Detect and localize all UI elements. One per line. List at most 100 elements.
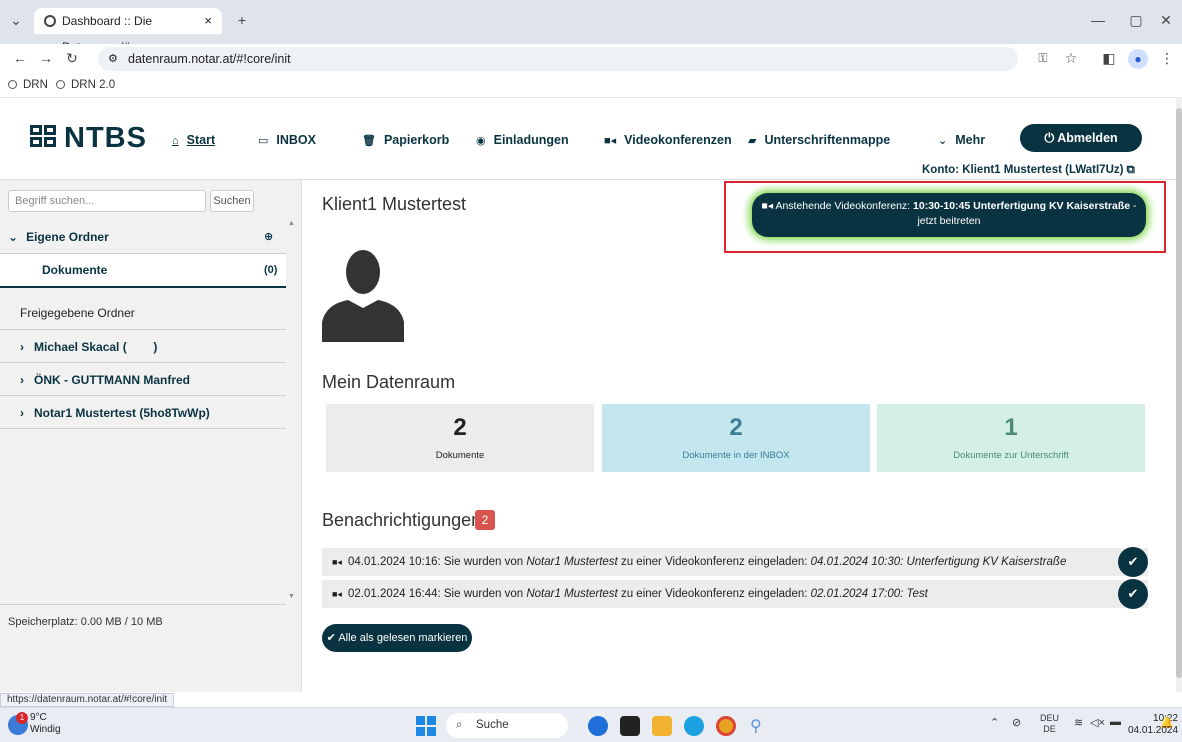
mark-read-check-button[interactable]: ✔ [1118,579,1148,609]
nav-start[interactable]: ⌂ Start [172,133,215,147]
stat-value: 2 [453,414,467,441]
reload-icon[interactable]: ↻ [64,50,80,67]
edge-browser-icon[interactable] [684,716,704,736]
minimize-button[interactable]: — [1090,12,1106,28]
media-app-icon[interactable] [620,716,640,736]
globe-icon: ◉ [476,135,486,147]
address-bar[interactable]: ⚙ datenraum.notar.at/#!core/init [98,47,1018,71]
mark-read-check-button[interactable]: ✔ [1118,547,1148,577]
nav-label: Unterschriftenmappe [764,133,891,147]
back-arrow-icon[interactable]: ← [12,50,28,66]
check-icon: ✔ [326,632,339,644]
weather-alert-badge: 1 [16,712,28,724]
mark-all-read-button[interactable]: ✔ Alle als gelesen markieren [322,624,472,652]
browser-toolbar: ← → ↻ ⚙ datenraum.notar.at/#!core/init ⚿… [0,44,1182,74]
keyboard-layout: DE [1043,724,1056,734]
sidepanel-icon[interactable]: ◧ [1100,50,1118,67]
bookmark-drn[interactable]: DRN [8,79,48,91]
nav-einladungen[interactable]: ◉ Einladungen [476,133,569,147]
bookmark-drn2[interactable]: DRN 2.0 [56,79,115,91]
own-folders-toggle[interactable]: ⌄ Eigene Ordner ⊕ [0,230,286,244]
shared-folder-item[interactable]: › Notar1 Mustertest (5ho8TwWp) [0,406,286,420]
sidebar: Begriff suchen... Suchen ⌄ Eigene Ordner … [0,180,302,692]
forward-arrow-icon[interactable]: → [38,50,54,66]
bookmark-star-icon[interactable]: ☆ [1062,50,1080,67]
logout-button[interactable]: ⏻ Abmelden [1020,124,1142,152]
notification-row: ■◂ 04.01.2024 10:16: Sie wurden von Notar… [322,548,1148,576]
check-icon: ✔ [1127,586,1139,601]
windows-start-icon[interactable] [416,716,436,736]
notifications-count-badge: 2 [475,510,495,530]
search-button[interactable]: Suchen [210,190,254,212]
nav-papierkorb[interactable]: 🗑 Papierkorb [362,133,449,147]
profile-avatar-icon[interactable]: ● [1128,49,1148,69]
video-icon: ■◂ [332,557,342,567]
network-app-icon[interactable]: ⚲ [750,716,770,736]
taskbar-search[interactable]: ⌕ Suche [446,713,568,738]
chevron-down-icon: ⌄ [8,230,19,244]
account-label: Konto: Klient1 Mustertest (LWatI7Uz) [922,164,1124,176]
sidebar-item-dokumente[interactable]: Dokumente (0) [0,254,286,288]
close-window-button[interactable]: ✕ [1158,12,1174,29]
stat-card-dokumente[interactable]: 2 Dokumente [326,404,594,472]
add-folder-icon[interactable]: ⊕ [264,230,273,243]
stat-value: 2 [729,414,743,441]
notification-prefix: 04.01.2024 10:16: Sie wurden von [347,556,527,568]
chrome-browser-icon[interactable] [716,716,736,736]
notifications-heading: Benachrichtigungen [322,510,482,530]
nav-videokonferenzen[interactable]: ■◂ Videokonferenzen [604,133,732,147]
taskbar-search-label: Suche [476,719,509,731]
videoconf-prefix: Anstehende Videokonferenz: [775,200,914,212]
videoconf-title: 10:30-10:45 Unterfertigung KV Kaiserstra… [913,200,1131,212]
language-code: DEU [1040,713,1060,723]
sidebar-scrollbar[interactable]: ▲ ▼ [286,220,298,600]
page-scrollbar[interactable] [1176,98,1182,692]
datenraum-heading: Mein Datenraum [322,372,456,392]
chevron-down-icon: ⌄ [938,135,948,147]
bookmark-label: DRN [23,79,48,91]
notification-bell-icon[interactable]: 🔔 [1160,716,1174,729]
notification-middle: zu einer Videokonferenz eingeladen: [617,556,811,568]
new-tab-button[interactable]: + [234,12,250,28]
tray-app-icon[interactable]: ⊘ [1012,716,1021,729]
notification-prefix: 02.01.2024 16:44: Sie wurden von [347,588,527,600]
own-folders-label: Eigene Ordner [26,230,109,244]
tab-close-icon[interactable]: × [204,8,212,34]
browser-tab[interactable]: Dashboard :: Die Datenraumlös × [34,8,222,54]
stat-card-inbox[interactable]: 2 Dokumente in der INBOX [602,404,870,472]
weather-widget[interactable]: 9°C Windig [30,712,61,736]
tab-search-chevron-icon[interactable]: ⌄ [8,12,24,29]
nav-mehr[interactable]: ⌄ Mehr [938,133,985,147]
maximize-button[interactable]: ▢ [1128,12,1144,29]
stat-card-unterschrift[interactable]: 1 Dokumente zur Unterschrift [877,404,1145,472]
shared-folder-item[interactable]: › ÖNK - GUTTMANN Manfred [0,373,286,387]
tray-chevron-up-icon[interactable]: ⌃ [990,716,999,729]
menu-kebab-icon[interactable]: ⋮ [1160,50,1174,67]
power-icon: ⏻ [1044,131,1058,145]
join-videoconference-button[interactable]: ■◂ Anstehende Videokonferenz: 10:30-10:4… [752,193,1146,237]
external-link-icon[interactable]: ⧉ [1127,164,1135,176]
wifi-icon[interactable]: ≋ [1074,716,1083,729]
site-info-icon[interactable]: ⚙ [108,47,118,71]
user-name-heading: Klient1 Mustertest [322,194,467,214]
bing-app-icon[interactable] [588,716,608,736]
language-indicator[interactable]: DEU DE [1040,713,1059,735]
shared-folder-item[interactable]: › Michael Skacal ( ) [0,340,286,354]
search-input[interactable]: Begriff suchen... [8,190,206,212]
video-icon: ■◂ [761,200,776,212]
notification-detail: 04.01.2024 10:30: Unterfertigung KV Kais… [810,556,1067,568]
home-icon: ⌂ [172,135,179,147]
nav-inbox[interactable]: ▭ INBOX [258,133,316,147]
battery-icon[interactable]: ▬ [1110,716,1121,728]
nav-unterschriftenmappe[interactable]: ▰ Unterschriftenmappe [748,133,890,147]
inbox-icon: ▭ [258,135,269,147]
notification-sender: Notar1 Mustertest [526,556,618,568]
notification-detail: 02.01.2024 17:00: Test [810,588,928,600]
ntbs-logo[interactable]: NTBS [30,122,147,155]
key-icon[interactable]: ⚿ [1034,51,1052,66]
file-explorer-icon[interactable] [652,716,672,736]
video-icon: ■◂ [332,589,342,599]
storage-usage: Speicherplatz: 0.00 MB / 10 MB [8,616,163,628]
volume-mute-icon[interactable]: ◁× [1090,716,1105,729]
bookmark-globe-icon [8,80,17,89]
